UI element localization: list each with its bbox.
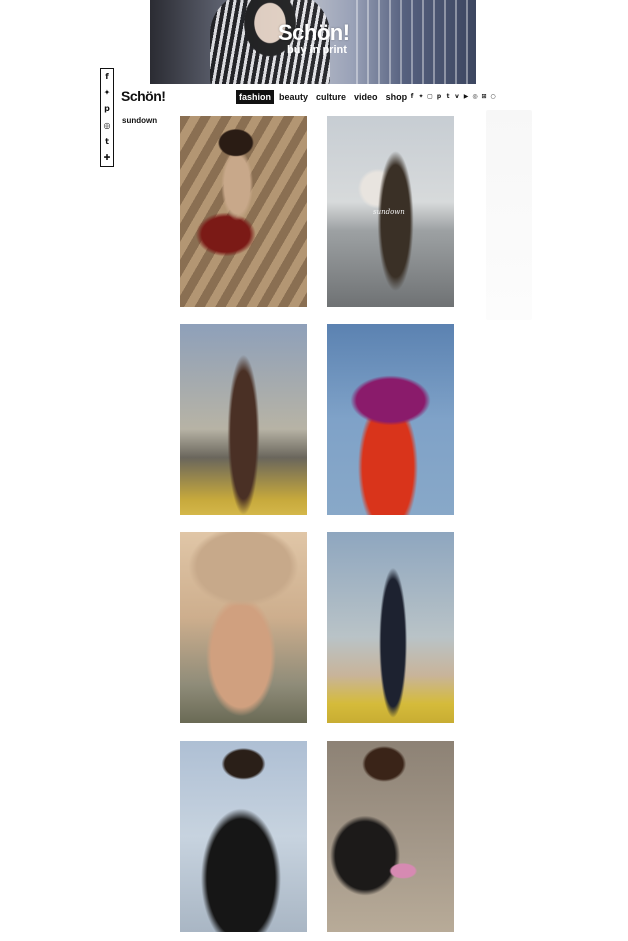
page: Schön! buy in print f ✦ p ◎ t ✚ Schön! f… — [0, 0, 628, 941]
tumblr-icon[interactable]: t — [445, 93, 451, 100]
header-social-icons: f ✦ ▢ p t v ▶ ◎ ⊞ ○ — [409, 93, 496, 100]
banner-logo: Schön! — [278, 20, 350, 45]
gallery-photo-7[interactable] — [180, 741, 307, 932]
main-nav: fashion beauty culture video shop — [236, 90, 412, 104]
gallery-photo-6[interactable] — [327, 532, 454, 723]
youtube-icon[interactable]: ▶ — [463, 93, 469, 100]
share-sidebar: f ✦ p ◎ t ✚ — [100, 68, 114, 167]
stumbleupon-icon[interactable]: ◎ — [472, 93, 478, 100]
nav-video[interactable]: video — [351, 90, 381, 104]
search-icon[interactable]: ○ — [490, 93, 496, 100]
gallery-photo-3[interactable] — [180, 324, 307, 515]
gallery-photo-4[interactable] — [327, 324, 454, 515]
gallery-photo-1[interactable] — [180, 116, 307, 307]
pinterest-icon[interactable]: p — [436, 93, 442, 100]
pinterest-icon[interactable]: p — [104, 105, 110, 113]
banner-stripes — [356, 0, 476, 84]
page-title: sundown — [122, 116, 158, 125]
ad-placeholder — [486, 110, 532, 320]
twitter-icon[interactable]: ✦ — [418, 93, 424, 100]
vimeo-icon[interactable]: v — [454, 93, 460, 100]
gallery-photo-8[interactable] — [327, 741, 454, 932]
gallery-photo-5[interactable] — [180, 532, 307, 723]
facebook-icon[interactable]: f — [409, 93, 415, 100]
gallery-photo-2[interactable]: sundown — [327, 116, 454, 307]
site-logo[interactable]: Schön! — [121, 88, 166, 104]
twitter-icon[interactable]: ✦ — [104, 89, 111, 97]
print-banner[interactable]: Schön! buy in print — [150, 0, 476, 84]
stumbleupon-icon[interactable]: ◎ — [104, 121, 111, 130]
nav-shop[interactable]: shop — [383, 90, 411, 104]
facebook-icon[interactable]: f — [105, 73, 108, 81]
instagram-icon[interactable]: ▢ — [427, 93, 433, 100]
cart-icon[interactable]: ⊞ — [481, 93, 487, 100]
tumblr-icon[interactable]: t — [105, 137, 109, 146]
photo-caption: sundown — [373, 208, 405, 216]
buy-in-print-link[interactable]: buy in print — [287, 44, 347, 56]
nav-beauty[interactable]: beauty — [276, 90, 311, 104]
plus-icon[interactable]: ✚ — [104, 153, 111, 162]
nav-fashion[interactable]: fashion — [236, 90, 275, 104]
nav-culture[interactable]: culture — [313, 90, 349, 104]
